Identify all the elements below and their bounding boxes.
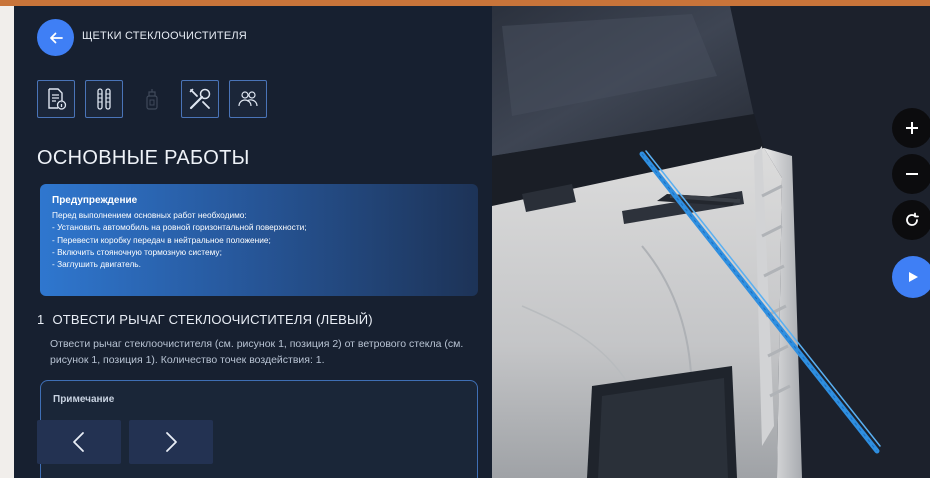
previous-step-button[interactable]	[37, 420, 121, 464]
tool-document-button[interactable]	[37, 80, 75, 118]
reset-view-button[interactable]	[892, 200, 930, 240]
vehicle-3d-render	[492, 6, 930, 478]
rotate-icon	[906, 212, 919, 226]
warning-line: Перед выполнением основных работ необход…	[52, 210, 247, 220]
step-title: ОТВЕСТИ РЫЧАГ СТЕКЛООЧИСТИТЕЛЯ (ЛЕВЫЙ)	[52, 312, 373, 327]
chevron-right-icon	[166, 432, 177, 452]
plus-icon	[906, 122, 918, 134]
document-info-icon	[48, 88, 67, 110]
tool-wiper-button[interactable]	[85, 80, 123, 118]
arrow-left-icon	[49, 32, 63, 43]
step-description: Отвести рычаг стеклоочистителя (см. рису…	[50, 338, 464, 366]
page-title: ЩЕТКИ СТЕКЛООЧИСТИТЕЛЯ	[82, 30, 247, 42]
instructions-panel: ЩЕТКИ СТЕКЛООЧИСТИТЕЛЯ ОСНОВНЫЕ РАБОТЫ П…	[14, 6, 492, 478]
tool-fluid-button	[133, 80, 171, 118]
warning-title: Предупреждение	[52, 195, 138, 206]
back-button[interactable]	[37, 19, 74, 56]
tools-icon	[189, 88, 211, 110]
people-icon	[238, 91, 258, 107]
section-title: ОСНОВНЫЕ РАБОТЫ	[37, 147, 250, 169]
step-item: 1 ОТВЕСТИ РЫЧАГ СТЕКЛООЧИСТИТЕЛЯ (ЛЕВЫЙ) …	[37, 312, 477, 368]
next-step-button[interactable]	[129, 420, 213, 464]
app-window: ЩЕТКИ СТЕКЛООЧИСТИТЕЛЯ ОСНОВНЫЕ РАБОТЫ П…	[14, 6, 930, 478]
play-icon	[909, 272, 918, 282]
minus-icon	[906, 173, 918, 175]
play-animation-button[interactable]	[892, 256, 930, 298]
warning-box: Предупреждение Перед выполнением основны…	[40, 184, 478, 296]
warning-line: - Перевести коробку передач в нейтрально…	[52, 234, 271, 245]
tool-bar	[37, 80, 267, 118]
step-number: 1	[37, 312, 45, 327]
zoom-in-button[interactable]	[892, 108, 930, 148]
tool-tools-button[interactable]	[181, 80, 219, 118]
model-viewer[interactable]	[492, 6, 930, 478]
note-title: Примечание	[53, 394, 115, 405]
window-left-margin	[0, 6, 14, 478]
warning-line: - Установить автомобиль на ровной горизо…	[52, 222, 307, 233]
warning-line: - Заглушить двигатель.	[52, 259, 141, 270]
tool-people-button[interactable]	[229, 80, 267, 118]
wiper-brushes-icon	[97, 88, 111, 110]
zoom-out-button[interactable]	[892, 154, 930, 194]
spray-bottle-icon	[146, 89, 158, 110]
step-heading: 1 ОТВЕСТИ РЫЧАГ СТЕКЛООЧИСТИТЕЛЯ (ЛЕВЫЙ)	[37, 312, 477, 327]
warning-line: - Включить стояночную тормозную систему;	[52, 246, 222, 257]
chevron-left-icon	[73, 432, 84, 452]
